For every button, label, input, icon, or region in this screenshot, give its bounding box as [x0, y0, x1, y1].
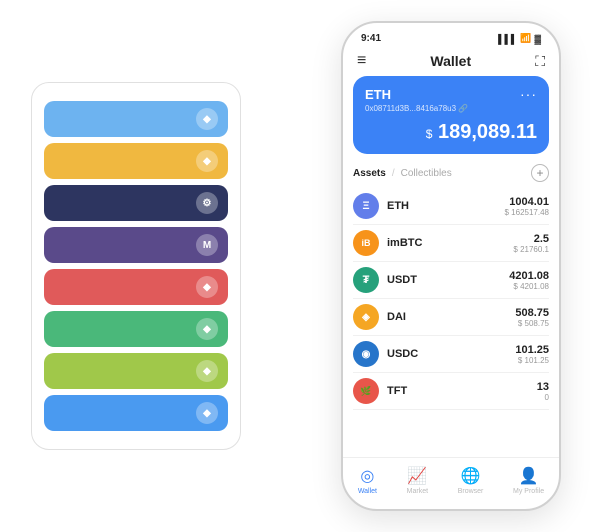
usdc-usd: $ 101.25 — [515, 356, 549, 365]
usdc-name: USDC — [387, 348, 515, 360]
card-icon: ⚙ — [196, 192, 218, 214]
card-item[interactable]: M — [44, 227, 228, 263]
dai-usd: $ 508.75 — [515, 319, 549, 328]
usdc-icon: ◉ — [353, 341, 379, 367]
nav-market[interactable]: 📈 Market — [407, 466, 428, 495]
eth-card-title: ETH — [365, 87, 391, 102]
card-item[interactable]: ◆ — [44, 101, 228, 137]
profile-nav-icon: 👤 — [519, 466, 539, 486]
eth-usd: $ 162517.48 — [505, 208, 550, 217]
assets-tab-active[interactable]: Assets — [353, 168, 386, 179]
market-nav-label: Market — [407, 488, 428, 495]
eth-amount: 1004.01 — [505, 196, 550, 208]
tab-divider: / — [392, 168, 395, 179]
card-icon: ◆ — [196, 402, 218, 424]
add-asset-button[interactable]: + — [531, 164, 549, 182]
dai-amounts: 508.75 $ 508.75 — [515, 307, 549, 328]
asset-row-usdt[interactable]: ₮ USDT 4201.08 $ 4201.08 — [353, 262, 549, 299]
eth-amounts: 1004.01 $ 162517.48 — [505, 196, 550, 217]
dai-icon: ◈ — [353, 304, 379, 330]
card-icon: ◆ — [196, 150, 218, 172]
asset-row-usdc[interactable]: ◉ USDC 101.25 $ 101.25 — [353, 336, 549, 373]
usdt-name: USDT — [387, 274, 509, 286]
status-icons: ▌▌▌ 📶 ▓ — [498, 33, 541, 44]
usdt-usd: $ 4201.08 — [509, 282, 549, 291]
card-icon: ◆ — [196, 360, 218, 382]
tft-amount: 13 — [537, 381, 549, 393]
expand-icon[interactable]: ⛶ — [535, 53, 545, 70]
tft-amounts: 13 0 — [537, 381, 549, 402]
card-item[interactable]: ◆ — [44, 311, 228, 347]
nav-profile[interactable]: 👤 My Profile — [513, 466, 544, 495]
page-title: Wallet — [430, 53, 471, 69]
asset-row-imbtc[interactable]: iB imBTC 2.5 $ 21760.1 — [353, 225, 549, 262]
imbtc-icon: iB — [353, 230, 379, 256]
asset-row-dai[interactable]: ◈ DAI 508.75 $ 508.75 — [353, 299, 549, 336]
asset-row-tft[interactable]: 🌿 TFT 13 0 — [353, 373, 549, 410]
scene: ◆ ◆ ⚙ M ◆ ◆ ◆ ◆ 9:41 ▌▌▌ 📶 — [11, 11, 591, 521]
balance-value: 189,089.11 — [438, 121, 537, 143]
bottom-nav: ◎ Wallet 📈 Market 🌐 Browser 👤 My Profile — [343, 457, 559, 509]
tft-icon: 🌿 — [353, 378, 379, 404]
card-item[interactable]: ⚙ — [44, 185, 228, 221]
card-stack: ◆ ◆ ⚙ M ◆ ◆ ◆ ◆ — [31, 82, 241, 450]
browser-nav-label: Browser — [458, 488, 484, 495]
card-icon: ◆ — [196, 108, 218, 130]
card-icon: M — [196, 234, 218, 256]
eth-card-menu[interactable]: ··· — [520, 86, 537, 102]
usdt-amounts: 4201.08 $ 4201.08 — [509, 270, 549, 291]
dai-name: DAI — [387, 311, 515, 323]
tft-usd: 0 — [537, 393, 549, 402]
imbtc-name: imBTC — [387, 237, 513, 249]
phone-content: ETH ··· 0x08711d3B...8416a78u3 🔗 $ 189,0… — [343, 76, 559, 457]
asset-row-eth[interactable]: Ξ ETH 1004.01 $ 162517.48 — [353, 188, 549, 225]
imbtc-usd: $ 21760.1 — [513, 245, 549, 254]
nav-browser[interactable]: 🌐 Browser — [458, 466, 484, 495]
card-item[interactable]: ◆ — [44, 395, 228, 431]
balance-prefix: $ — [426, 127, 433, 141]
profile-nav-label: My Profile — [513, 488, 544, 495]
assets-header: Assets / Collectibles + — [353, 164, 549, 182]
tft-name: TFT — [387, 385, 537, 397]
market-nav-icon: 📈 — [407, 466, 427, 486]
card-item[interactable]: ◆ — [44, 269, 228, 305]
eth-name: ETH — [387, 200, 505, 212]
signal-icon: ▌▌▌ — [498, 34, 517, 44]
dai-amount: 508.75 — [515, 307, 549, 319]
status-bar: 9:41 ▌▌▌ 📶 ▓ — [343, 23, 559, 48]
card-icon: ◆ — [196, 276, 218, 298]
browser-nav-icon: 🌐 — [461, 466, 481, 486]
card-item[interactable]: ◆ — [44, 143, 228, 179]
usdt-amount: 4201.08 — [509, 270, 549, 282]
phone-header: ≡ Wallet ⛶ — [343, 48, 559, 76]
eth-card-header: ETH ··· — [365, 86, 537, 102]
eth-card-balance: $ 189,089.11 — [365, 121, 537, 144]
wifi-icon: 📶 — [520, 33, 531, 44]
eth-card-address: 0x08711d3B...8416a78u3 🔗 — [365, 104, 537, 113]
menu-icon[interactable]: ≡ — [357, 52, 366, 70]
collectibles-tab[interactable]: Collectibles — [401, 168, 452, 179]
imbtc-amounts: 2.5 $ 21760.1 — [513, 233, 549, 254]
usdc-amounts: 101.25 $ 101.25 — [515, 344, 549, 365]
usdc-amount: 101.25 — [515, 344, 549, 356]
status-time: 9:41 — [361, 33, 381, 44]
eth-card[interactable]: ETH ··· 0x08711d3B...8416a78u3 🔗 $ 189,0… — [353, 76, 549, 154]
card-icon: ◆ — [196, 318, 218, 340]
wallet-nav-icon: ◎ — [360, 466, 374, 486]
assets-tabs: Assets / Collectibles — [353, 168, 452, 179]
card-item[interactable]: ◆ — [44, 353, 228, 389]
wallet-nav-label: Wallet — [358, 488, 377, 495]
battery-icon: ▓ — [534, 34, 541, 44]
eth-icon: Ξ — [353, 193, 379, 219]
imbtc-amount: 2.5 — [513, 233, 549, 245]
phone: 9:41 ▌▌▌ 📶 ▓ ≡ Wallet ⛶ ETH ··· 0x08711d… — [341, 21, 561, 511]
usdt-icon: ₮ — [353, 267, 379, 293]
nav-wallet[interactable]: ◎ Wallet — [358, 466, 377, 495]
